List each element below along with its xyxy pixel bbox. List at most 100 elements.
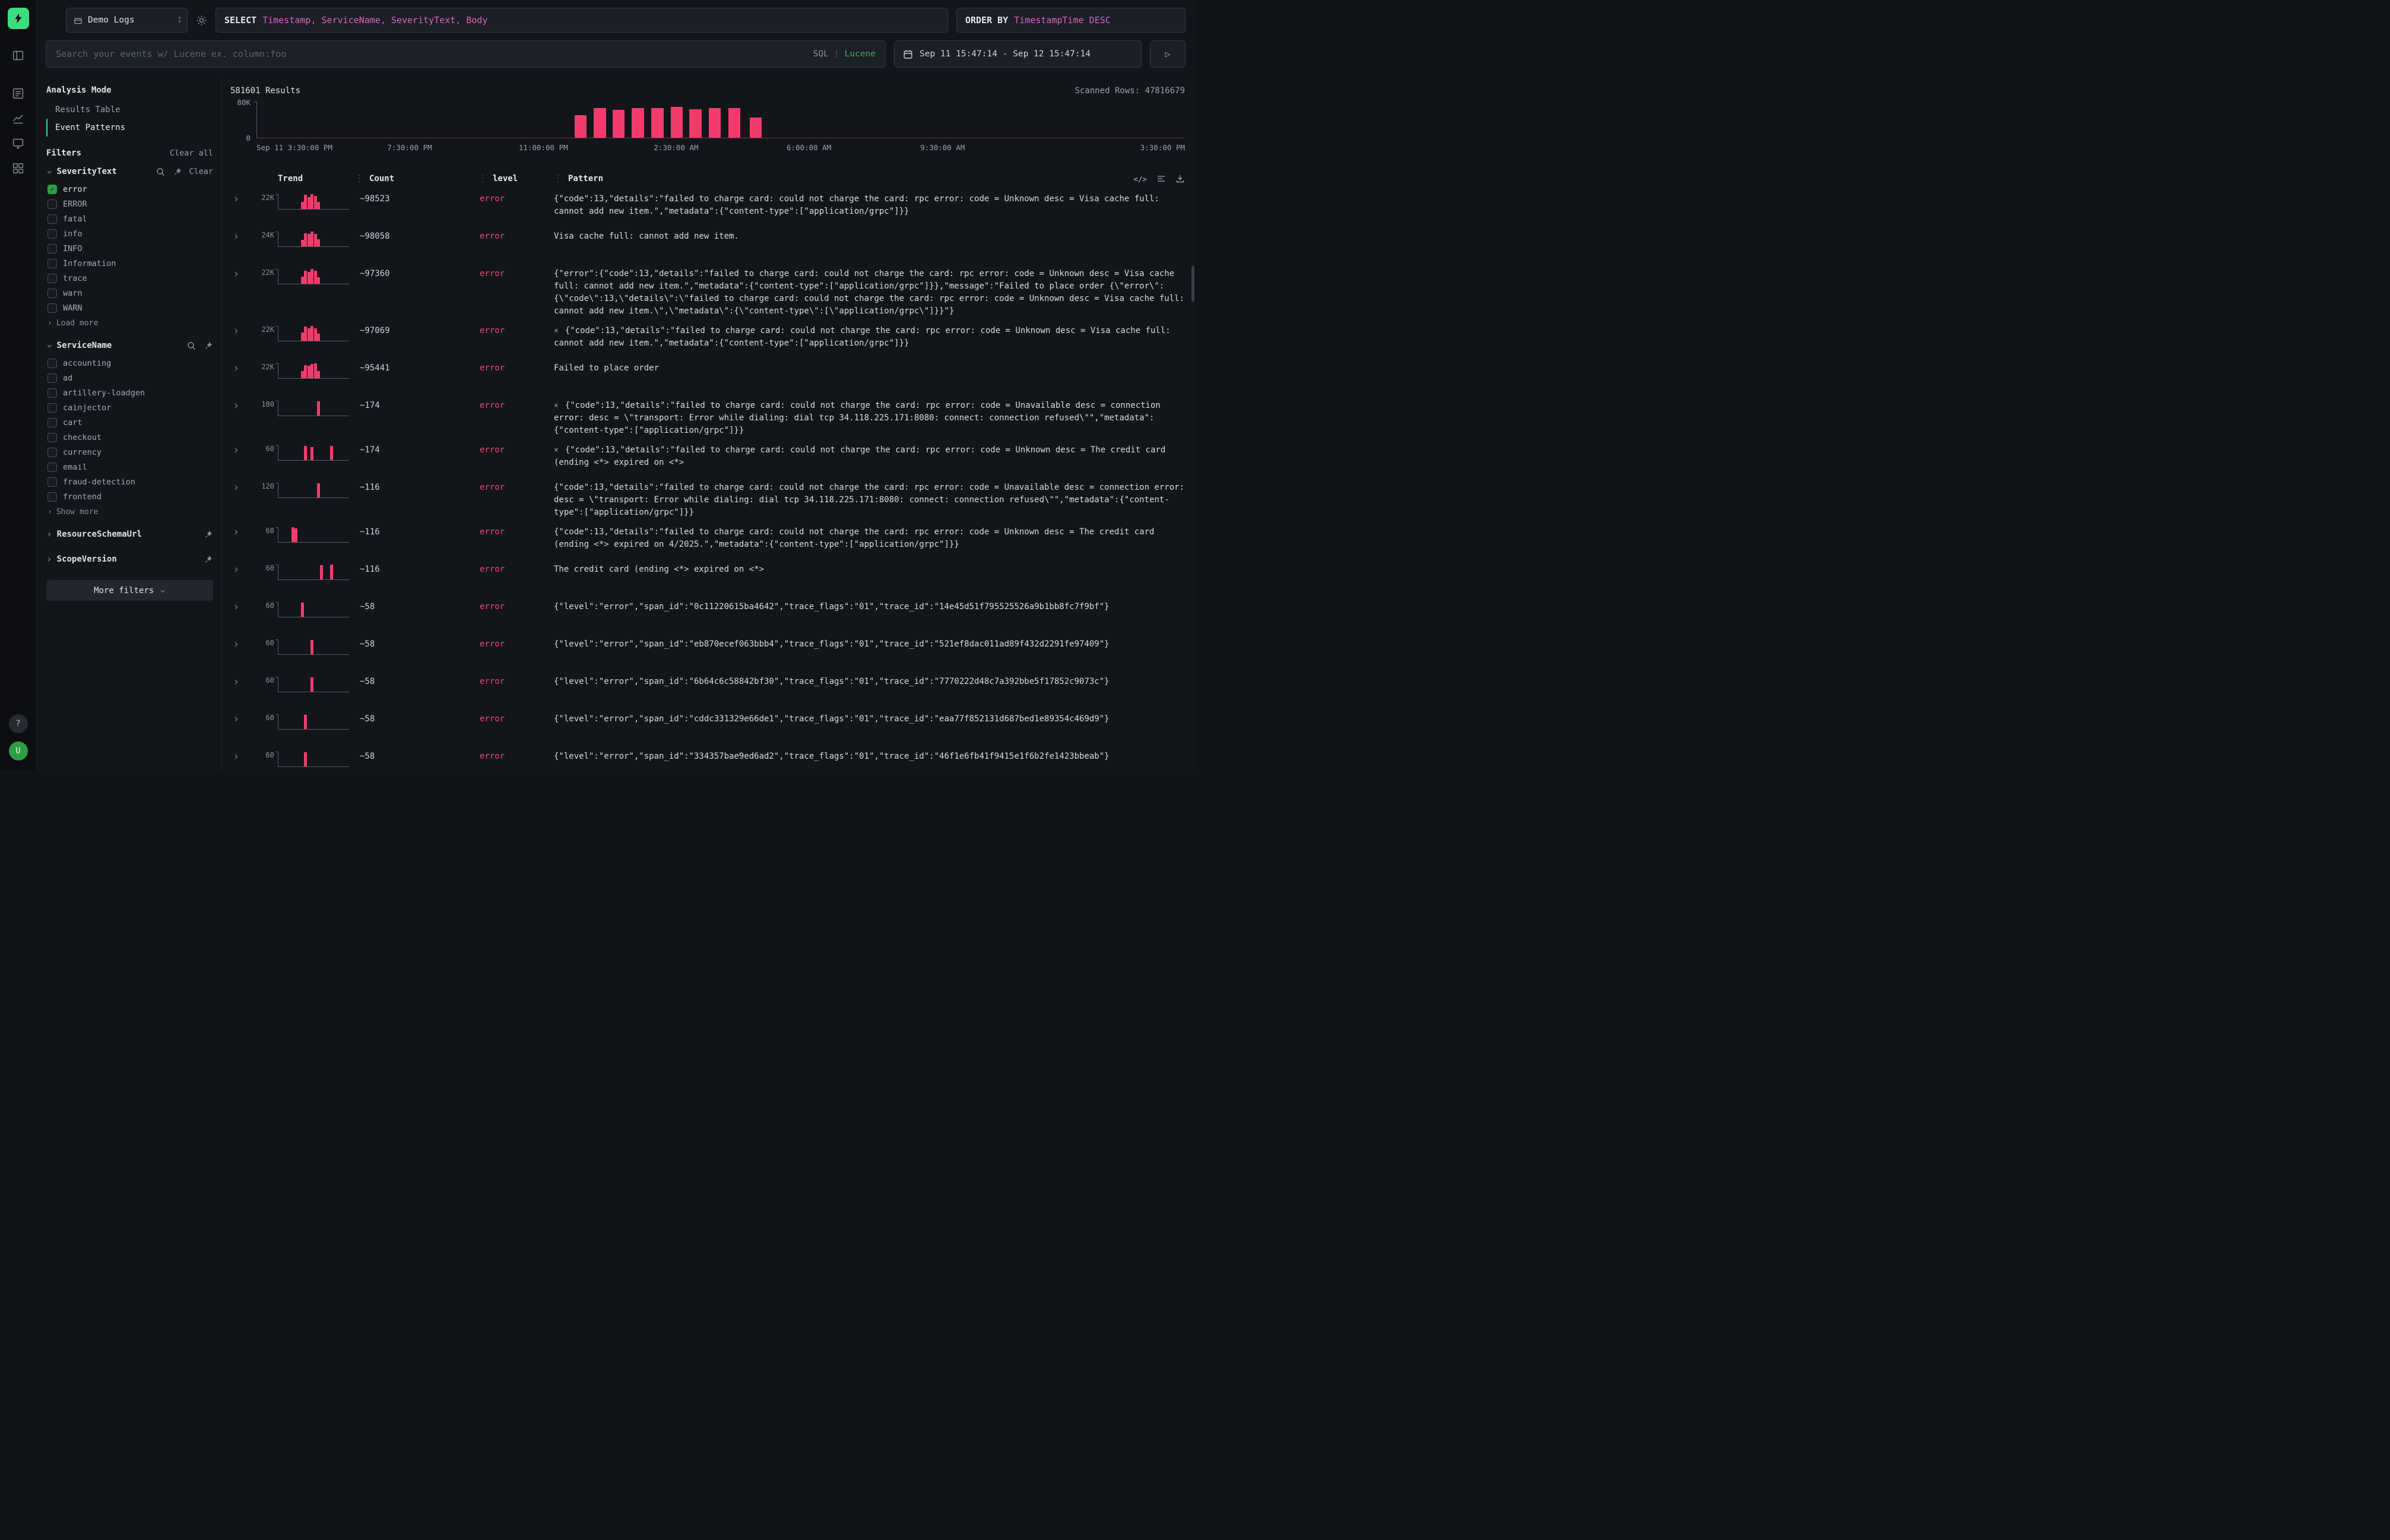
checkbox[interactable] (47, 418, 57, 427)
histogram-bar[interactable] (594, 108, 606, 138)
chart-explorer-button[interactable] (8, 107, 29, 129)
filter-option-artillery-loadgen[interactable]: artillery-loadgen (46, 385, 213, 400)
filter-option-ERROR[interactable]: ERROR (46, 197, 213, 211)
pin-icon[interactable] (203, 530, 213, 540)
table-row[interactable]: › 60 ~174 error ×{"code":13,"details":"f… (228, 441, 1185, 478)
search-icon[interactable] (186, 341, 196, 351)
histogram-bar[interactable] (613, 110, 625, 138)
table-row[interactable]: › 60 ~58 error {"level":"error","span_id… (228, 709, 1185, 747)
checkbox[interactable] (47, 244, 57, 254)
checkbox[interactable] (47, 403, 57, 413)
filter-option-warn[interactable]: warn (46, 286, 213, 300)
filter-option-WARN[interactable]: WARN (46, 300, 213, 315)
checkbox[interactable] (47, 289, 57, 298)
pin-icon[interactable] (172, 167, 182, 177)
column-drag-handle[interactable]: ⋮ (355, 174, 363, 183)
filter-option-cainjector[interactable]: cainjector (46, 400, 213, 415)
checkbox[interactable] (47, 185, 57, 194)
filter-option-fatal[interactable]: fatal (46, 211, 213, 226)
table-row[interactable]: › 22K ~97069 error ×{"code":13,"details"… (228, 321, 1185, 359)
checkbox[interactable] (47, 229, 57, 239)
checkbox[interactable] (47, 359, 57, 368)
user-avatar[interactable]: U (9, 742, 28, 761)
wrap-lines-icon[interactable] (1156, 174, 1166, 183)
filter-option-trace[interactable]: trace (46, 271, 213, 286)
filter-option-email[interactable]: email (46, 460, 213, 474)
histogram-bar[interactable] (728, 108, 740, 138)
checkbox[interactable] (47, 448, 57, 457)
histogram-bar[interactable] (671, 107, 683, 138)
expand-chevron-icon[interactable]: › (228, 443, 253, 456)
filter-group-header[interactable]: › SeverityText Clear (46, 161, 213, 182)
filter-option-fraud-detection[interactable]: fraud-detection (46, 474, 213, 489)
sql-toggle[interactable]: SQL (813, 49, 829, 59)
pin-icon[interactable] (203, 554, 213, 565)
more-filters-button[interactable]: More filters › (46, 580, 213, 601)
filter-option-info[interactable]: info (46, 226, 213, 241)
filter-option-accounting[interactable]: accounting (46, 356, 213, 370)
load-more-link[interactable]: › Load more (46, 315, 213, 331)
expand-chevron-icon[interactable]: › (228, 324, 253, 337)
time-range-picker[interactable]: Sep 11 15:47:14 - Sep 12 15:47:14 (894, 40, 1142, 68)
table-row[interactable]: › 120 ~116 error {"code":13,"details":"f… (228, 478, 1185, 522)
lucene-toggle[interactable]: Lucene (845, 49, 876, 59)
code-view-icon[interactable]: </> (1133, 175, 1147, 183)
table-row[interactable]: › 60 ~58 error {"level":"error","span_id… (228, 597, 1185, 635)
download-icon[interactable] (1175, 174, 1185, 183)
histogram-bar[interactable] (651, 108, 663, 138)
pin-icon[interactable] (203, 341, 213, 351)
search-logs-button[interactable] (8, 83, 29, 104)
expand-chevron-icon[interactable]: › (228, 229, 253, 242)
expand-chevron-icon[interactable]: › (228, 562, 253, 575)
table-row[interactable]: › 22K ~98523 error {"code":13,"details":… (228, 189, 1185, 227)
column-drag-handle[interactable]: ⋮ (554, 174, 562, 183)
dashboards-button[interactable] (8, 157, 29, 179)
checkbox[interactable] (47, 433, 57, 442)
table-row[interactable]: › 24K ~98058 error Visa cache full: cann… (228, 227, 1185, 264)
histogram-bar[interactable] (709, 108, 721, 138)
clear-filter-link[interactable]: Clear (189, 167, 213, 176)
scrollbar-thumb[interactable] (1191, 266, 1194, 302)
table-row[interactable]: › 60 ~116 error {"code":13,"details":"fa… (228, 522, 1185, 560)
checkbox[interactable] (47, 462, 57, 472)
histogram-bar[interactable] (750, 118, 762, 138)
filter-option-currency[interactable]: currency (46, 445, 213, 460)
table-row[interactable]: › 22K ~97360 error {"error":{"code":13,"… (228, 264, 1185, 321)
help-button[interactable]: ? (9, 714, 28, 733)
run-query-button[interactable]: ▷ (1150, 40, 1186, 68)
filter-option-INFO[interactable]: INFO (46, 241, 213, 256)
select-query-input[interactable]: SELECT Timestamp, ServiceName, SeverityT… (215, 8, 948, 33)
table-row[interactable]: › 22K ~95441 error Failed to place order (228, 359, 1185, 396)
histogram-bar[interactable] (575, 115, 587, 138)
filter-option-Information[interactable]: Information (46, 256, 213, 271)
expand-chevron-icon[interactable]: › (228, 192, 253, 205)
app-logo[interactable] (8, 8, 29, 29)
expand-chevron-icon[interactable]: › (228, 361, 253, 374)
column-drag-handle[interactable]: ⋮ (478, 174, 487, 183)
expand-chevron-icon[interactable]: › (228, 525, 253, 538)
expand-chevron-icon[interactable]: › (228, 600, 253, 613)
checkbox[interactable] (47, 259, 57, 268)
checkbox[interactable] (47, 373, 57, 383)
checkbox[interactable] (47, 199, 57, 209)
filter-option-ad[interactable]: ad (46, 370, 213, 385)
expand-chevron-icon[interactable]: › (228, 674, 253, 687)
table-row[interactable]: › 60 ~58 error {"level":"error","span_id… (228, 747, 1185, 770)
order-by-input[interactable]: ORDER BY TimestampTime DESC (956, 8, 1186, 33)
checkbox[interactable] (47, 214, 57, 224)
table-row[interactable]: › 60 ~116 error The credit card (ending … (228, 560, 1185, 597)
query-settings-button[interactable] (196, 8, 207, 33)
mode-event-patterns[interactable]: Event Patterns (46, 119, 213, 137)
filter-group-header[interactable]: › ScopeVersion (46, 549, 213, 569)
expand-chevron-icon[interactable]: › (228, 480, 253, 493)
sidebar-toggle-button[interactable] (8, 45, 29, 66)
table-row[interactable]: › 60 ~58 error {"level":"error","span_id… (228, 635, 1185, 672)
search-input[interactable] (56, 49, 806, 59)
expand-chevron-icon[interactable]: › (228, 398, 253, 411)
expand-chevron-icon[interactable]: › (228, 267, 253, 280)
checkbox[interactable] (47, 303, 57, 313)
checkbox[interactable] (47, 477, 57, 487)
expand-chevron-icon[interactable]: › (228, 749, 253, 762)
histogram-bar[interactable] (632, 108, 644, 138)
sessions-button[interactable] (8, 132, 29, 154)
